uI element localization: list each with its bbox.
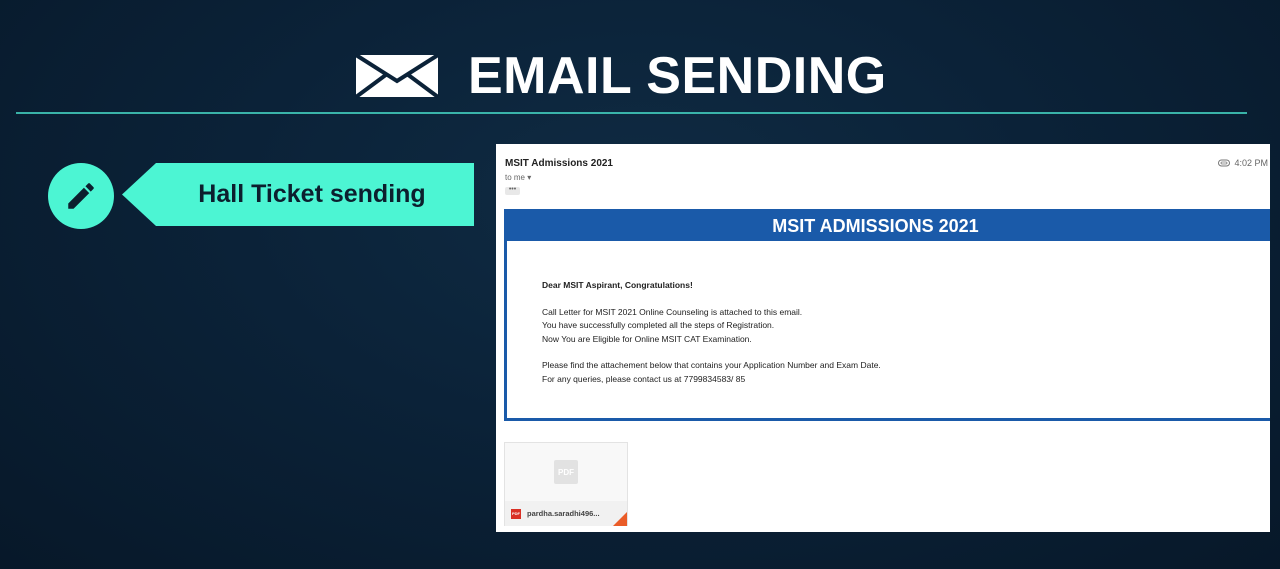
page-corner-icon: [613, 512, 627, 526]
page-header: EMAIL SENDING: [354, 46, 887, 106]
mail-banner: MSIT ADMISSIONS 2021: [507, 212, 1270, 241]
attachment-filename[interactable]: pardha.saradhi496...: [527, 509, 600, 518]
edit-button[interactable]: [48, 163, 114, 229]
mail-line: Now You are Eligible for Online MSIT CAT…: [542, 333, 752, 344]
recipient-dropdown[interactable]: to me ▾: [505, 173, 531, 182]
paperclip-icon: [1218, 159, 1231, 167]
pencil-icon: [68, 183, 94, 209]
mail-line: You have successfully completed all the …: [542, 320, 775, 330]
email-screenshot: MSIT Admissions 2021 4:02 PM to me ▾ •••…: [496, 144, 1270, 532]
pdf-attachment[interactable]: PDF PDF pardha.saradhi496...: [504, 442, 628, 526]
envelope-icon: [354, 53, 440, 99]
attachment-footer: PDF pardha.saradhi496...: [505, 501, 627, 526]
email-timestamp: 4:02 PM: [1218, 158, 1268, 168]
pdf-badge-icon: PDF: [511, 508, 521, 519]
mail-content-frame: MSIT ADMISSIONS 2021 Dear MSIT Aspirant,…: [504, 209, 1270, 421]
email-time: 4:02 PM: [1234, 158, 1268, 168]
mail-line: Call Letter for MSIT 2021 Online Counsel…: [542, 306, 803, 317]
show-trimmed-button[interactable]: •••: [505, 186, 520, 195]
hall-ticket-tag: Hall Ticket sending: [122, 163, 474, 226]
mail-line: For any queries, please contact us at 77…: [542, 373, 746, 384]
attachment-preview[interactable]: PDF: [505, 443, 627, 501]
title-divider: [16, 112, 1247, 114]
mail-greeting: Dear MSIT Aspirant, Congratulations!: [542, 280, 693, 290]
mail-line: Please find the attachement below that c…: [542, 360, 881, 370]
email-sender[interactable]: MSIT Admissions 2021: [505, 158, 613, 169]
pdf-icon: PDF: [554, 460, 578, 484]
page-title: EMAIL SENDING: [468, 47, 887, 105]
mail-body: Dear MSIT Aspirant, Congratulations! Cal…: [542, 279, 881, 386]
tag-label: Hall Ticket sending: [198, 180, 426, 208]
